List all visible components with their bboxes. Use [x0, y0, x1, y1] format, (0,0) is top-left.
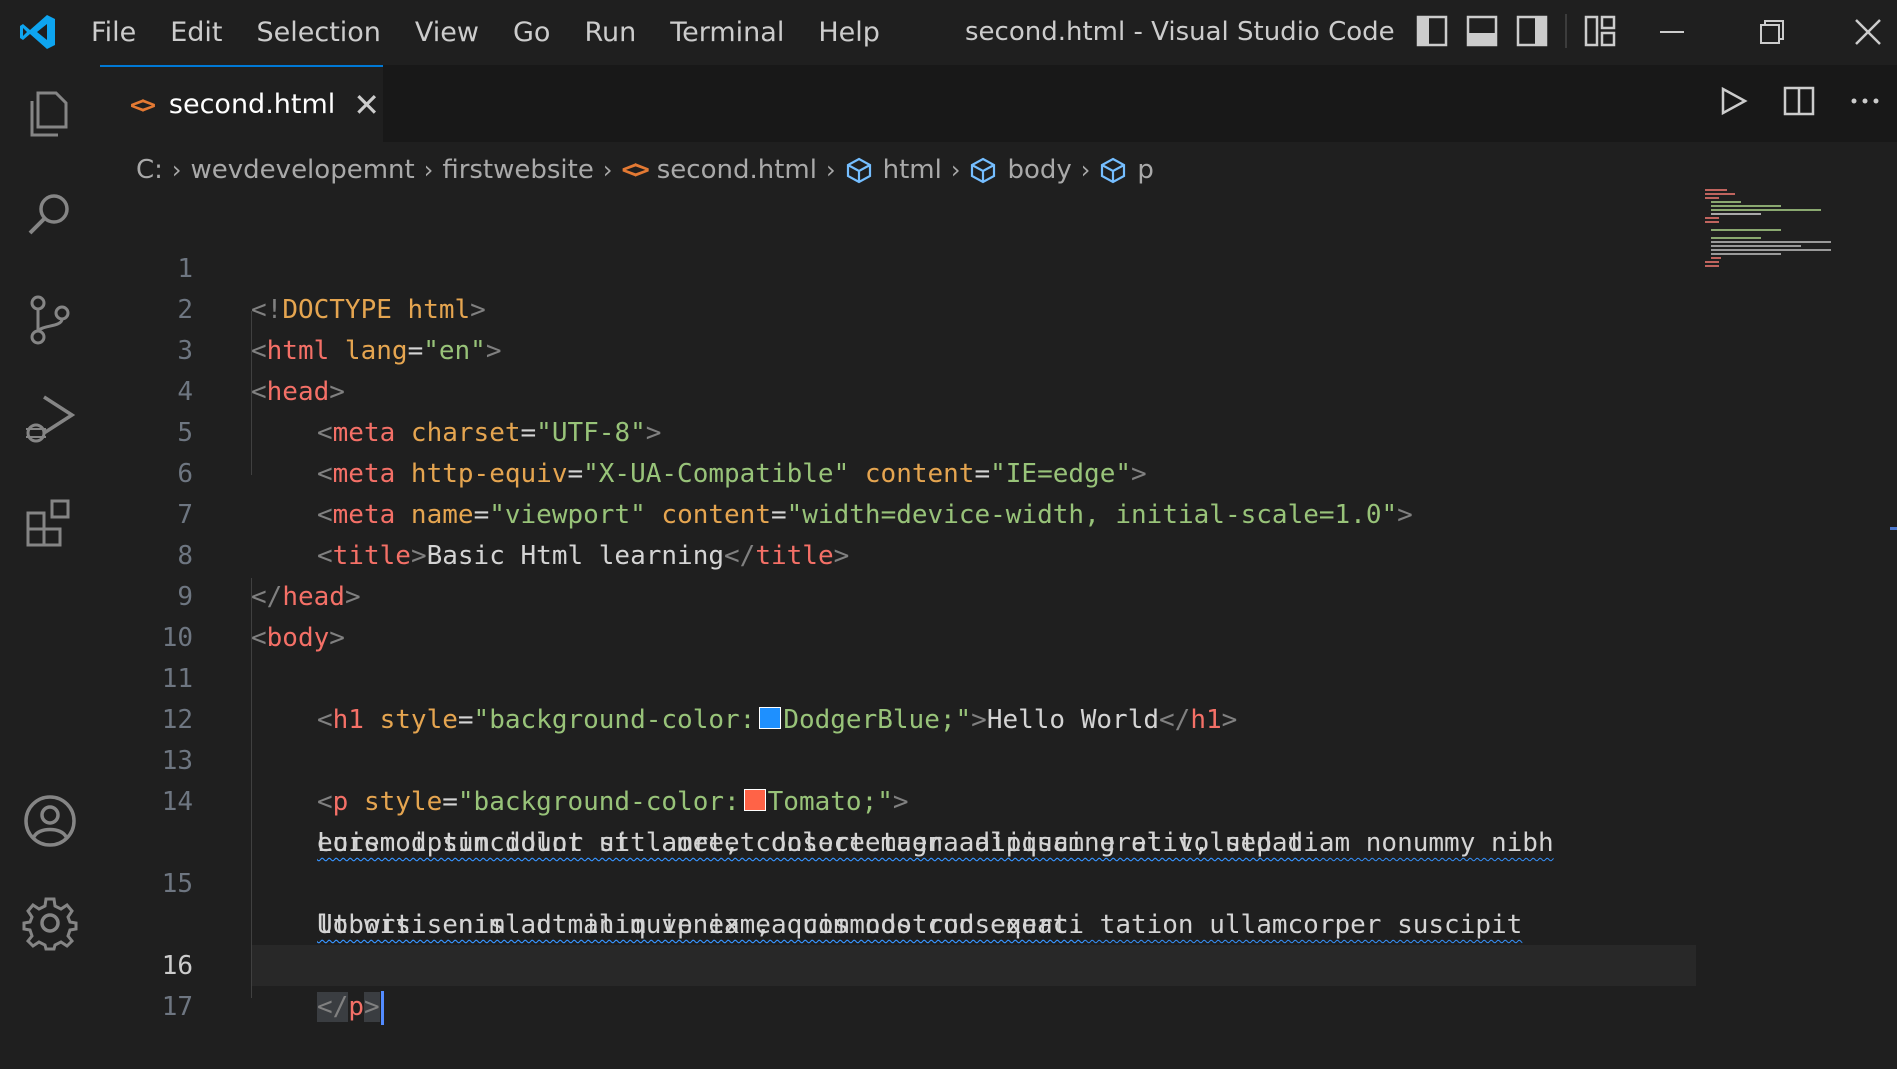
chevron-right-icon: › — [1080, 156, 1091, 184]
breadcrumb-folder[interactable]: wevdevelopemnt — [191, 155, 415, 185]
chevron-right-icon: › — [602, 156, 613, 184]
element-cube-icon — [846, 157, 871, 184]
toggle-panel-icon[interactable] — [1465, 14, 1499, 48]
html-file-icon: <> — [621, 155, 649, 185]
vscode-logo-icon — [20, 15, 55, 49]
restore-icon[interactable] — [1752, 12, 1792, 52]
tab-second-html[interactable]: <> second.html ✕ — [100, 65, 383, 142]
breadcrumb-file[interactable]: second.html — [657, 155, 817, 185]
account-icon[interactable] — [22, 793, 78, 849]
breadcrumb-element[interactable]: body — [1007, 155, 1071, 185]
breadcrumb-folder[interactable]: firstwebsite — [442, 155, 594, 185]
editor-area: <> second.html ✕ C: › wevdevelopemnt › f… — [100, 65, 1897, 1025]
toggle-secondary-sidebar-icon[interactable] — [1515, 14, 1549, 48]
code-line: 16 </p> — [100, 905, 1700, 1025]
toggle-primary-sidebar-icon[interactable] — [1415, 14, 1449, 48]
menu-help[interactable]: Help — [801, 17, 897, 48]
tab-bar: <> second.html ✕ — [100, 65, 1897, 142]
code-editor[interactable]: 1 <!DOCTYPE html> 2 <html lang="en"> 3 <… — [100, 208, 1700, 1025]
breadcrumb: C: › wevdevelopemnt › firstwebsite › <> … — [100, 142, 1897, 198]
menu-terminal[interactable]: Terminal — [653, 17, 801, 48]
code-line: 12 — [100, 659, 1700, 735]
line-number: 17 — [161, 992, 193, 1022]
code-line: 13 <p style="background-color: Tomato;"> — [100, 700, 1700, 817]
code-line: 8 </head> — [100, 495, 1700, 612]
explorer-icon[interactable] — [22, 85, 78, 141]
search-icon[interactable] — [22, 187, 78, 243]
code-line: 10 — [100, 577, 1700, 653]
minimize-icon[interactable] — [1652, 12, 1692, 52]
extensions-icon[interactable] — [22, 495, 78, 551]
token: p — [348, 992, 364, 1022]
source-control-icon[interactable] — [22, 291, 78, 347]
minimap[interactable] — [1697, 187, 1877, 287]
text-cursor — [380, 990, 384, 1025]
editor-actions — [1715, 83, 1897, 119]
tab-label: second.html — [168, 89, 336, 120]
element-cube-icon — [1101, 157, 1126, 184]
menu-selection[interactable]: Selection — [239, 17, 397, 48]
layout-controls — [1415, 14, 1617, 48]
run-icon[interactable] — [1715, 83, 1751, 119]
more-actions-icon[interactable] — [1847, 83, 1883, 119]
html-file-icon: <> — [130, 90, 156, 119]
menu-bar: File Edit Selection View Go Run Terminal… — [74, 0, 897, 65]
chevron-right-icon: › — [423, 156, 434, 184]
breadcrumb-element[interactable]: html — [883, 155, 942, 185]
menu-view[interactable]: View — [398, 17, 496, 48]
settings-gear-icon[interactable] — [22, 895, 78, 951]
window-title: second.html - Visual Studio Code — [965, 17, 1395, 47]
divider — [1565, 14, 1567, 48]
title-bar: File Edit Selection View Go Run Terminal… — [0, 0, 1897, 65]
code-line: 5 <meta http-equiv="X-UA-Compatible" con… — [100, 372, 1700, 489]
breadcrumb-drive[interactable]: C: — [136, 155, 163, 185]
code-line: 1 <!DOCTYPE html> — [100, 208, 1700, 325]
code-line: 6 <meta name="viewport" content="width=d… — [100, 413, 1700, 530]
close-window-icon[interactable] — [1848, 12, 1888, 52]
code-line: 7 <title>Basic Html learning</title> — [100, 454, 1700, 571]
split-editor-icon[interactable] — [1781, 83, 1817, 119]
menu-edit[interactable]: Edit — [153, 17, 239, 48]
code-line: 17 — [100, 946, 1700, 1022]
code-line: 14 Lorem ipsum dolor sit amet, consectet… — [100, 741, 1700, 858]
scrollbar-cursor-marker — [1890, 527, 1897, 530]
chevron-right-icon: › — [950, 156, 961, 184]
code-line: 4 <meta charset="UTF-8"> — [100, 331, 1700, 448]
code-line-wrap: lobortis nisl ut aliquip ex ea commodo c… — [100, 864, 1700, 940]
menu-go[interactable]: Go — [496, 17, 567, 48]
token: </ — [317, 992, 349, 1022]
menu-file[interactable]: File — [74, 17, 153, 48]
code-line: 2 <html lang="en"> — [100, 249, 1700, 366]
menu-run[interactable]: Run — [567, 17, 653, 48]
token: > — [363, 992, 380, 1022]
code-line-wrap: euismod tincidunt ut laoreet dolore magn… — [100, 782, 1700, 858]
tab-close-icon[interactable]: ✕ — [353, 86, 380, 124]
code-line: 9 <body> — [100, 536, 1700, 653]
code-line: 11 <h1 style="background-color: DodgerBlu… — [100, 618, 1700, 735]
breadcrumb-element[interactable]: p — [1137, 155, 1154, 185]
activity-bar — [0, 65, 100, 966]
run-and-debug-icon[interactable] — [22, 391, 78, 447]
chevron-right-icon: › — [171, 156, 182, 184]
chevron-right-icon: › — [825, 156, 836, 184]
customize-layout-icon[interactable] — [1583, 14, 1617, 48]
element-cube-icon — [971, 157, 996, 184]
code-line: 3 <head> — [100, 290, 1700, 407]
code-line: 15 Ut wisi enim ad minim veniam, quis no… — [100, 823, 1700, 940]
